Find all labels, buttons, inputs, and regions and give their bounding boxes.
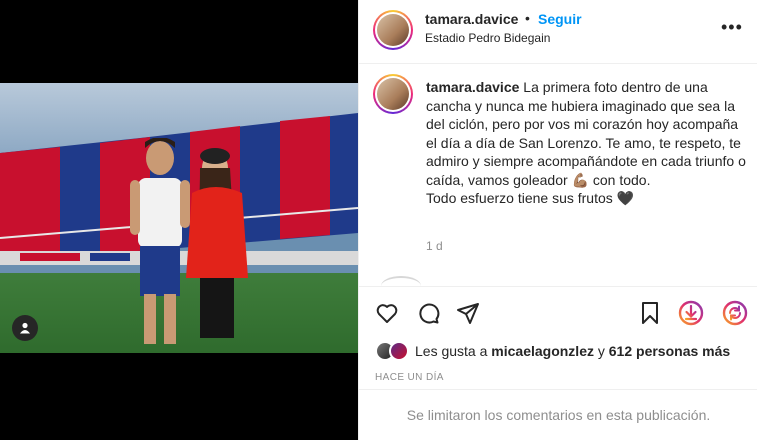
save-icon	[642, 302, 658, 324]
more-options-icon[interactable]: •••	[721, 17, 743, 38]
next-comment-avatar	[381, 276, 421, 286]
muscle-emoji: 💪🏽	[571, 171, 589, 188]
caption-line2: Todo esfuerzo tiene sus frutos	[426, 190, 613, 206]
liker-username[interactable]: micaelagonzlez	[491, 343, 594, 359]
photo-people	[130, 138, 248, 344]
share-icon	[457, 303, 479, 324]
post-media-panel	[0, 0, 358, 440]
likes-summary[interactable]: Les gusta a micaelagonzlez y 612 persona…	[375, 340, 730, 362]
download-button[interactable]	[677, 299, 705, 327]
post-photo[interactable]	[0, 83, 358, 353]
follow-button[interactable]: Seguir	[538, 11, 582, 27]
comments-limited-notice: Se limitaron los comentarios en esta pub…	[359, 389, 757, 440]
tagged-users-button[interactable]	[12, 315, 38, 341]
comments-area: tamara.davice La primera foto dentro de …	[359, 64, 757, 286]
author-username[interactable]: tamara.davice	[425, 11, 518, 27]
location-link[interactable]: Estadio Pedro Bidegain	[425, 31, 550, 45]
save-button[interactable]	[636, 299, 664, 327]
author-avatar[interactable]	[373, 10, 413, 50]
comment-icon	[419, 303, 440, 324]
download-icon	[678, 300, 704, 326]
post-header: tamara.davice • Seguir Estadio Pedro Bid…	[359, 0, 757, 64]
user-tag-icon	[20, 322, 30, 334]
like-button[interactable]	[373, 299, 401, 327]
repost-icon	[722, 300, 748, 326]
caption-body-end: con todo.	[588, 171, 651, 188]
liker-avatar	[389, 341, 409, 361]
caption-username[interactable]: tamara.davice	[426, 79, 519, 95]
separator-dot: •	[525, 10, 530, 26]
caption-avatar[interactable]	[373, 74, 413, 114]
repost-button[interactable]	[721, 299, 749, 327]
black-heart-emoji: 🖤	[616, 190, 635, 206]
post-side-panel: tamara.davice • Seguir Estadio Pedro Bid…	[358, 0, 757, 440]
caption-timestamp[interactable]: 1 d	[426, 239, 443, 253]
likes-connector: y	[597, 343, 605, 359]
action-bar	[359, 286, 757, 338]
caption-text: tamara.davice La primera foto dentro de …	[426, 78, 746, 208]
likes-prefix: Les gusta a	[415, 343, 488, 359]
heart-icon	[376, 304, 398, 323]
post-date[interactable]: HACE UN DÍA	[375, 372, 444, 383]
comment-button[interactable]	[414, 299, 442, 327]
share-button[interactable]	[454, 299, 482, 327]
likes-others-count[interactable]: 612 personas más	[609, 343, 730, 359]
